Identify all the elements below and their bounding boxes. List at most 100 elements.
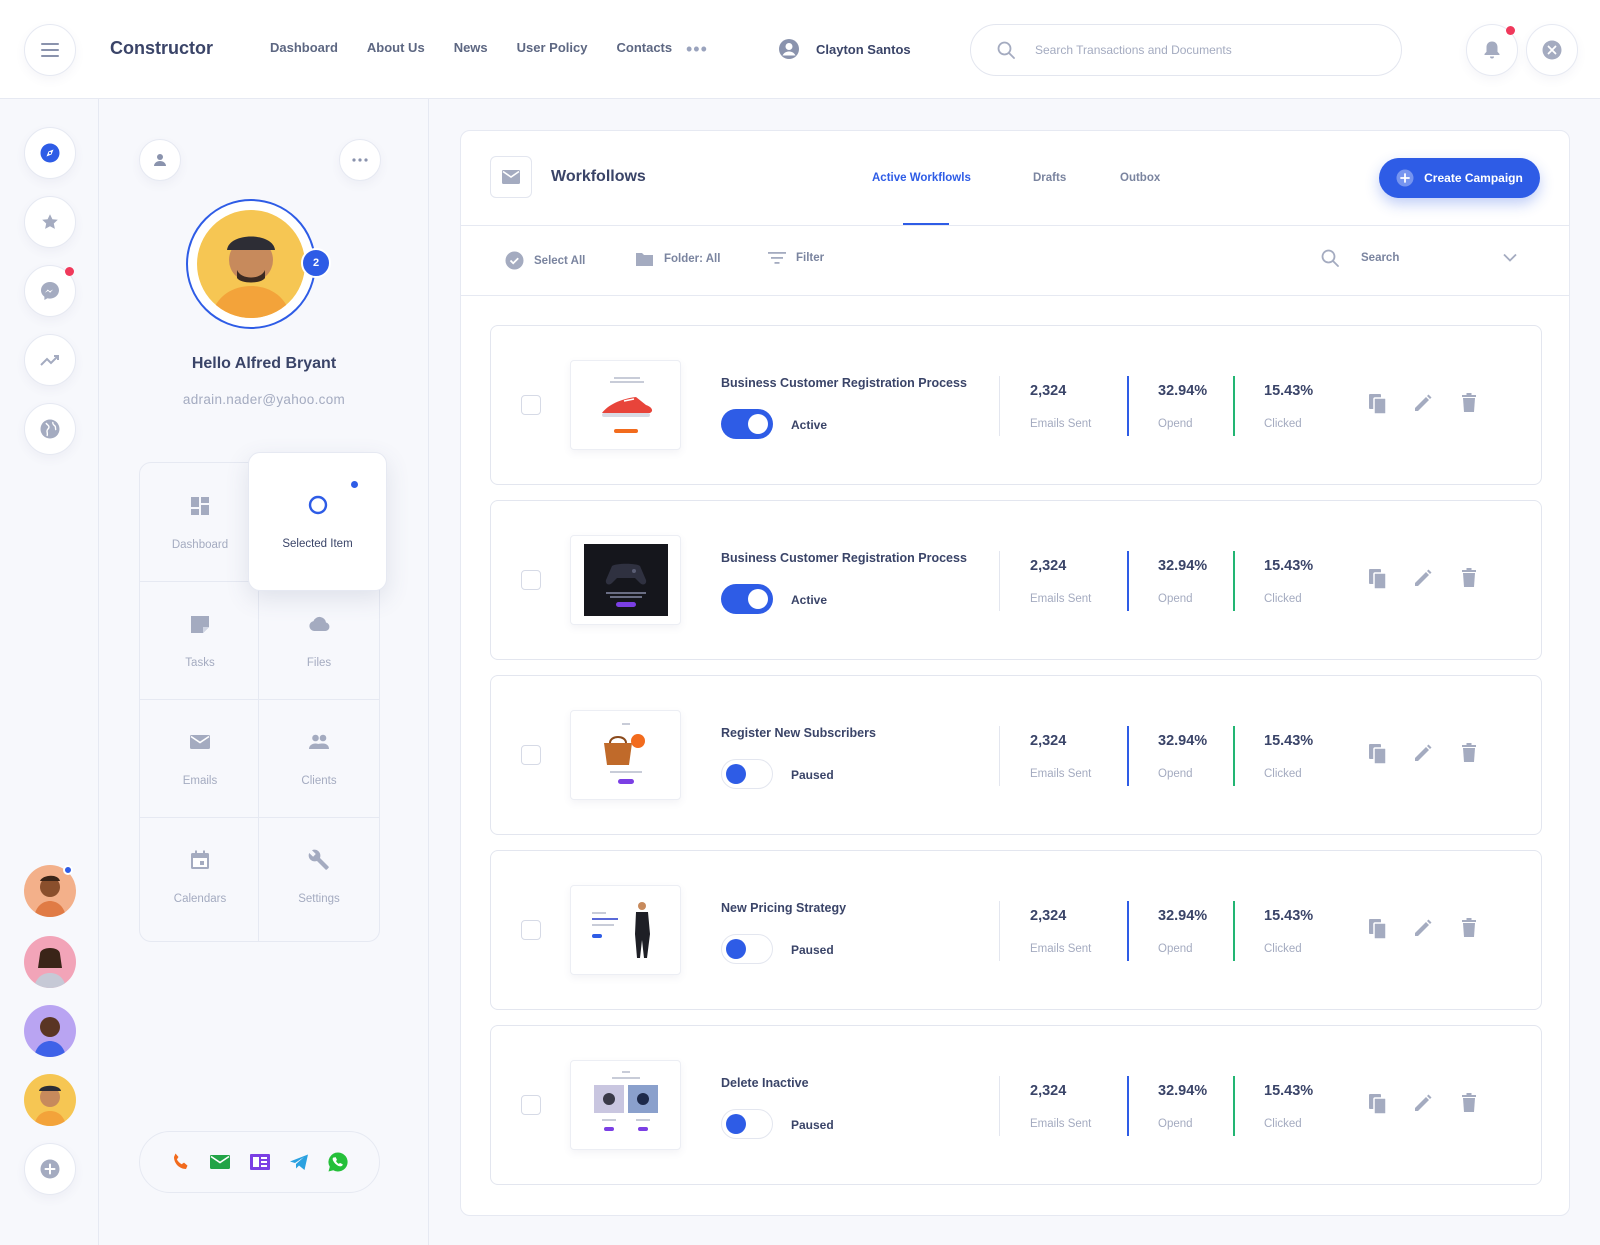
copy-icon[interactable]: [1368, 743, 1388, 765]
workflow-name: Business Customer Registration Process: [721, 376, 967, 390]
profile-user-button[interactable]: [139, 139, 181, 181]
workflow-row[interactable]: Business Customer Registration Process A…: [490, 325, 1542, 485]
contact-avatar-2[interactable]: [24, 936, 76, 988]
workflow-status: Active: [791, 418, 828, 432]
trash-icon[interactable]: [1461, 393, 1477, 413]
user-menu[interactable]: Clayton Santos: [778, 38, 911, 60]
rail-globe-button[interactable]: [24, 403, 76, 455]
nav-link-dashboard[interactable]: Dashboard: [270, 40, 338, 55]
workflow-toggle[interactable]: [721, 584, 773, 614]
workflow-row[interactable]: Delete Inactive Paused 2,324 Emails Sent…: [490, 1025, 1542, 1185]
workflow-toggle[interactable]: [721, 759, 773, 789]
rail-analytics-button[interactable]: [24, 334, 76, 386]
row-checkbox[interactable]: [521, 920, 541, 940]
top-search-input[interactable]: [1035, 43, 1375, 57]
workflow-search-input[interactable]: [1361, 252, 1501, 264]
workflow-toggle[interactable]: [721, 409, 773, 439]
news-icon[interactable]: [249, 1153, 271, 1171]
profile-panel: 2 Hello Alfred Bryant adrain.nader@yahoo…: [99, 99, 429, 1245]
workflow-thumbnail[interactable]: [570, 710, 681, 800]
nav-more-button[interactable]: •••: [686, 39, 708, 60]
trash-icon[interactable]: [1461, 918, 1477, 938]
telegram-icon[interactable]: [289, 1153, 309, 1171]
rail-messenger-button[interactable]: [24, 265, 76, 317]
opened-label: Opend: [1158, 943, 1193, 955]
messenger-unread-dot: [65, 267, 74, 276]
opened-label: Opend: [1158, 768, 1193, 780]
filter-control[interactable]: Filter: [768, 251, 824, 265]
workflow-toggle[interactable]: [721, 1109, 773, 1139]
mail-icon[interactable]: [209, 1154, 231, 1170]
nav-link-contacts[interactable]: Contacts: [616, 40, 672, 55]
tab-drafts[interactable]: Drafts: [1033, 172, 1066, 184]
edit-icon[interactable]: [1413, 1093, 1433, 1113]
quick-nav-tiles: Dashboard Tasks Files Emails Clients Cal…: [139, 452, 387, 942]
workflow-row[interactable]: Register New Subscribers Paused 2,324 Em…: [490, 675, 1542, 835]
opened-value: 32.94%: [1158, 733, 1208, 749]
contact-avatar-3[interactable]: [24, 1005, 76, 1057]
edit-icon[interactable]: [1413, 393, 1433, 413]
trash-icon[interactable]: [1461, 1093, 1477, 1113]
tile-clients[interactable]: Clients: [259, 699, 379, 819]
tile-files[interactable]: Files: [259, 581, 379, 701]
toggle-knob: [748, 589, 768, 609]
profile-avatar[interactable]: [197, 210, 305, 318]
nav-link-news[interactable]: News: [454, 40, 488, 55]
edit-icon[interactable]: [1413, 743, 1433, 763]
copy-icon[interactable]: [1368, 568, 1388, 590]
workflow-thumbnail[interactable]: [570, 885, 681, 975]
tile-settings[interactable]: Settings: [259, 817, 379, 937]
toggle-knob: [726, 764, 746, 784]
contact-avatar-4[interactable]: [24, 1074, 76, 1126]
edit-icon[interactable]: [1413, 568, 1433, 588]
row-checkbox[interactable]: [521, 1095, 541, 1115]
clicked-value: 15.43%: [1264, 558, 1314, 574]
add-contact-button[interactable]: [24, 1143, 76, 1195]
clicked-divider: [1233, 901, 1235, 961]
folder-filter[interactable]: Folder: All: [635, 251, 720, 267]
phone-icon[interactable]: [171, 1152, 191, 1172]
nav-link-user-policy[interactable]: User Policy: [517, 40, 588, 55]
workflow-row[interactable]: New Pricing Strategy Paused 2,324 Emails…: [490, 850, 1542, 1010]
trash-icon[interactable]: [1461, 568, 1477, 588]
tile-emails[interactable]: Emails: [140, 699, 260, 819]
workflow-name: Business Customer Registration Process: [721, 551, 967, 565]
top-bar: Constructor Dashboard About Us News User…: [0, 0, 1600, 99]
tile-tasks[interactable]: Tasks: [140, 581, 260, 701]
row-checkbox[interactable]: [521, 745, 541, 765]
tile-calendars[interactable]: Calendars: [140, 817, 260, 937]
rail-explore-button[interactable]: [24, 127, 76, 179]
compass-icon: [40, 143, 60, 163]
copy-icon[interactable]: [1368, 1093, 1388, 1115]
close-button[interactable]: [1526, 24, 1578, 76]
workflow-thumbnail[interactable]: [570, 535, 681, 625]
nav-link-about-us[interactable]: About Us: [367, 40, 425, 55]
menu-button[interactable]: [24, 24, 76, 76]
row-checkbox[interactable]: [521, 395, 541, 415]
tab-active-workflows[interactable]: Active Workflowls: [872, 172, 971, 184]
rail-favorites-button[interactable]: [24, 196, 76, 248]
workflow-thumbnail[interactable]: [570, 360, 681, 450]
tab-outbox[interactable]: Outbox: [1120, 172, 1160, 184]
workflow-row[interactable]: Business Customer Registration Process A…: [490, 500, 1542, 660]
copy-icon[interactable]: [1368, 393, 1388, 415]
tile-selected-item[interactable]: Selected Item: [248, 452, 387, 591]
clicked-label: Clicked: [1264, 1118, 1302, 1130]
workflow-thumbnail[interactable]: [570, 1060, 681, 1150]
profile-more-button[interactable]: [339, 139, 381, 181]
clicked-divider: [1233, 1076, 1235, 1136]
row-checkbox[interactable]: [521, 570, 541, 590]
select-all-control[interactable]: Select All: [505, 251, 585, 270]
chevron-down-icon[interactable]: [1503, 253, 1517, 262]
trash-icon[interactable]: [1461, 743, 1477, 763]
edit-icon[interactable]: [1413, 918, 1433, 938]
user-icon: [153, 153, 167, 167]
workflow-toggle[interactable]: [721, 934, 773, 964]
create-campaign-button[interactable]: Create Campaign: [1379, 158, 1540, 198]
notifications-button[interactable]: [1466, 24, 1518, 76]
workflow-name: Delete Inactive: [721, 1076, 809, 1090]
copy-icon[interactable]: [1368, 918, 1388, 940]
opened-label: Opend: [1158, 593, 1193, 605]
tile-dashboard[interactable]: Dashboard: [140, 463, 260, 583]
whatsapp-icon[interactable]: [327, 1151, 349, 1173]
